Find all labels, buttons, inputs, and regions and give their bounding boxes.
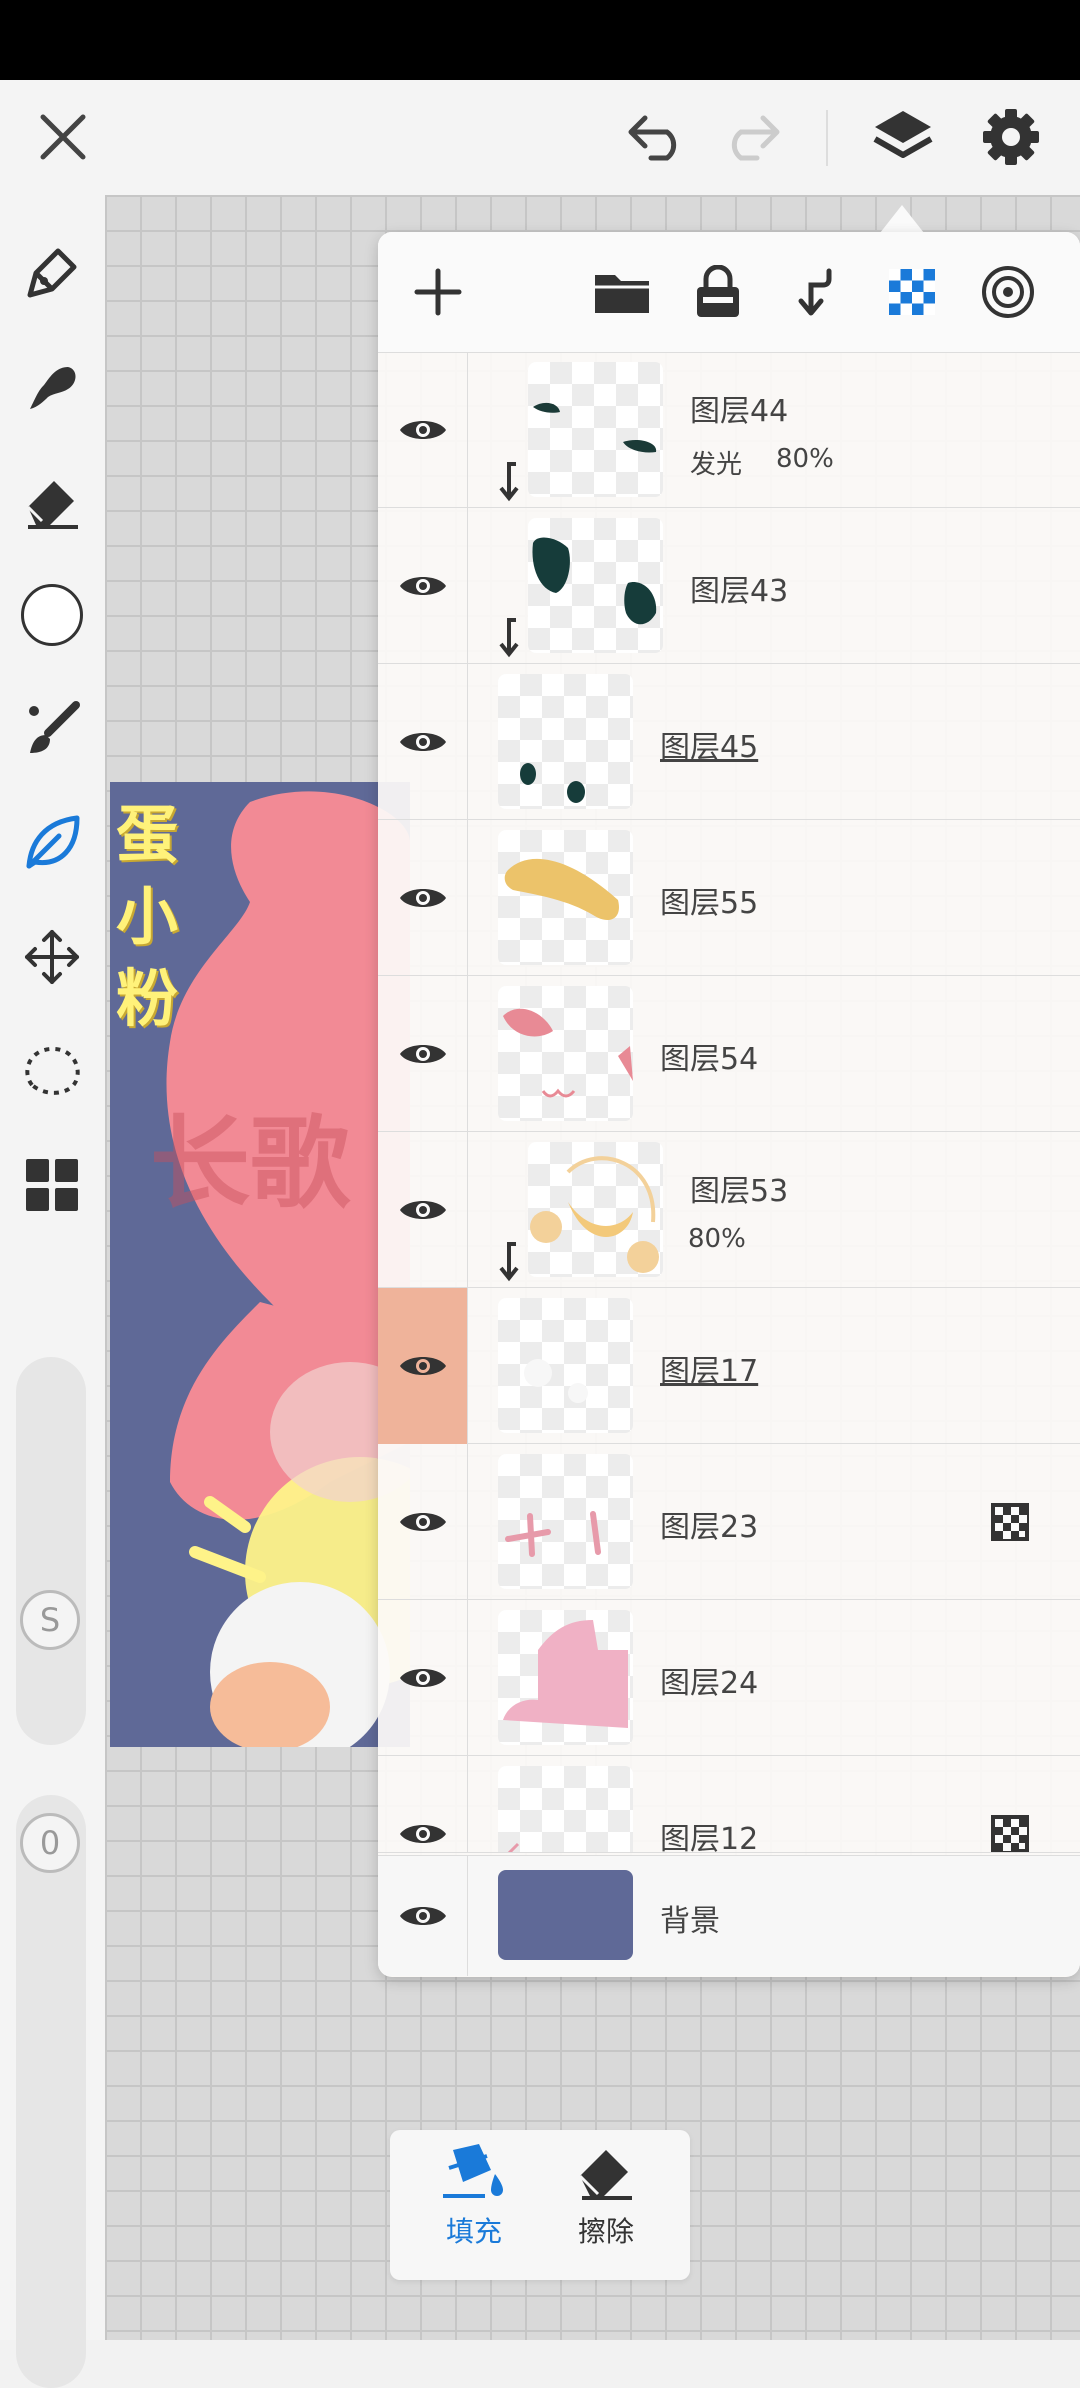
eye-icon[interactable] xyxy=(378,1856,468,1976)
layer-row[interactable]: 图层45 xyxy=(378,664,1080,820)
fill-button[interactable]: 填充 xyxy=(414,2140,534,2270)
status-bar xyxy=(0,0,1080,80)
layer-thumbnail xyxy=(528,362,663,497)
layer-thumbnail xyxy=(498,830,633,965)
eraser-icon[interactable] xyxy=(12,461,92,541)
layer-thumbnail xyxy=(528,1142,663,1277)
artwork-canvas[interactable]: 蛋 小 粉 长歌 xyxy=(110,782,410,1747)
folder-icon[interactable] xyxy=(582,252,662,332)
clip-arrow-icon xyxy=(499,618,519,658)
eye-icon[interactable] xyxy=(378,1132,468,1288)
background-color-thumbnail xyxy=(498,1870,633,1960)
layer-row[interactable]: 图层24 xyxy=(378,1600,1080,1756)
popover-pointer xyxy=(880,205,924,233)
layer-name: 图层53 xyxy=(690,1174,789,1209)
layer-thumbnail xyxy=(498,1766,633,1852)
erase-label: 擦除 xyxy=(577,2215,634,2248)
eye-icon[interactable] xyxy=(378,664,468,820)
pen-icon[interactable] xyxy=(12,233,92,313)
layer-panel-header xyxy=(378,232,1080,353)
brush-icon[interactable] xyxy=(12,347,92,427)
alpha-lock-icon[interactable] xyxy=(872,252,952,332)
undo-icon[interactable] xyxy=(612,92,702,182)
eye-icon[interactable] xyxy=(378,1756,468,1852)
fill-label: 填充 xyxy=(445,2215,502,2248)
size-badge: S xyxy=(20,1590,80,1650)
brush-size-slider[interactable] xyxy=(16,1357,86,1745)
eye-icon[interactable] xyxy=(378,1444,468,1600)
grid-menu-icon[interactable] xyxy=(12,1145,92,1225)
divider xyxy=(826,110,828,166)
layer-name: 图层24 xyxy=(660,1666,759,1701)
alpha-locked-icon xyxy=(991,1815,1029,1852)
gear-icon[interactable] xyxy=(966,92,1056,182)
lock-icon[interactable] xyxy=(678,252,758,332)
title-char: 蛋 xyxy=(116,798,179,871)
eye-icon[interactable] xyxy=(378,976,468,1132)
layer-thumbnail xyxy=(498,674,633,809)
layer-blend-mode: 发光 xyxy=(690,450,743,480)
layer-thumbnail xyxy=(498,1298,633,1433)
paint-bucket-icon xyxy=(443,2144,503,2198)
move-icon[interactable] xyxy=(12,917,92,997)
layer-opacity: 80% xyxy=(688,1224,746,1254)
clip-arrow-icon xyxy=(499,1242,519,1282)
color-swatch[interactable] xyxy=(12,575,92,655)
layer-row[interactable]: 图层44 发光 80% xyxy=(378,352,1080,508)
watermark: 长歌 xyxy=(150,1105,350,1222)
add-icon[interactable] xyxy=(398,252,478,332)
redo-icon[interactable] xyxy=(706,92,796,182)
layer-row[interactable]: 图层55 xyxy=(378,820,1080,976)
layer-name: 图层17 xyxy=(660,1354,759,1389)
eye-icon[interactable] xyxy=(378,820,468,976)
alpha-locked-icon xyxy=(991,1503,1029,1541)
leaf-brush-icon[interactable] xyxy=(12,803,92,883)
layer-row-selected[interactable]: 图层17 xyxy=(378,1288,1080,1444)
erase-button[interactable]: 擦除 xyxy=(546,2140,666,2270)
eye-icon[interactable] xyxy=(378,1600,468,1756)
fill-toolbox: 填充 擦除 xyxy=(390,2130,690,2280)
layer-row[interactable]: 图层23 xyxy=(378,1444,1080,1600)
layer-name: 图层12 xyxy=(660,1822,759,1853)
close-icon[interactable] xyxy=(18,92,108,182)
title-char: 小 xyxy=(116,880,179,953)
layer-opacity: 80% xyxy=(776,444,834,474)
paint-brush-icon[interactable] xyxy=(12,689,92,769)
eraser-icon xyxy=(578,2150,632,2200)
layer-name: 图层44 xyxy=(690,394,789,429)
layer-thumbnail xyxy=(498,1454,633,1589)
layer-panel: 图层44 发光 80% 图层43 图层45 图层55 图层54 图层53 80%… xyxy=(378,232,1080,1977)
layer-row[interactable]: 图层53 80% xyxy=(378,1132,1080,1288)
layer-name: 图层45 xyxy=(660,730,759,765)
layers-icon[interactable] xyxy=(858,92,948,182)
clip-icon[interactable] xyxy=(776,252,856,332)
eye-icon[interactable] xyxy=(378,1288,468,1444)
opacity-badge: 0 xyxy=(20,1813,80,1873)
title-char: 粉 xyxy=(116,962,179,1035)
layer-thumbnail xyxy=(528,518,663,653)
eye-icon[interactable] xyxy=(378,352,468,508)
layer-name: 图层55 xyxy=(660,886,759,921)
lasso-icon[interactable] xyxy=(12,1031,92,1111)
top-bar xyxy=(0,80,1080,195)
mask-icon[interactable] xyxy=(968,252,1048,332)
layer-row[interactable]: 图层12 xyxy=(378,1756,1080,1853)
background-layer-row[interactable]: 背景 xyxy=(378,1855,1080,1976)
clip-arrow-icon xyxy=(499,462,519,502)
eye-icon[interactable] xyxy=(378,508,468,664)
layer-name: 图层23 xyxy=(660,1510,759,1545)
layer-row[interactable]: 图层43 xyxy=(378,508,1080,664)
opacity-slider[interactable] xyxy=(16,1795,86,2388)
tool-sidebar: S 0 xyxy=(0,195,105,2388)
layer-thumbnail xyxy=(498,986,633,1121)
layer-thumbnail xyxy=(498,1610,633,1745)
layer-list[interactable]: 图层44 发光 80% 图层43 图层45 图层55 图层54 图层53 80%… xyxy=(378,352,1080,1977)
layer-row[interactable]: 图层54 xyxy=(378,976,1080,1132)
layer-name: 图层54 xyxy=(660,1042,759,1077)
background-layer-name: 背景 xyxy=(660,1904,720,1939)
layer-name: 图层43 xyxy=(690,574,789,609)
